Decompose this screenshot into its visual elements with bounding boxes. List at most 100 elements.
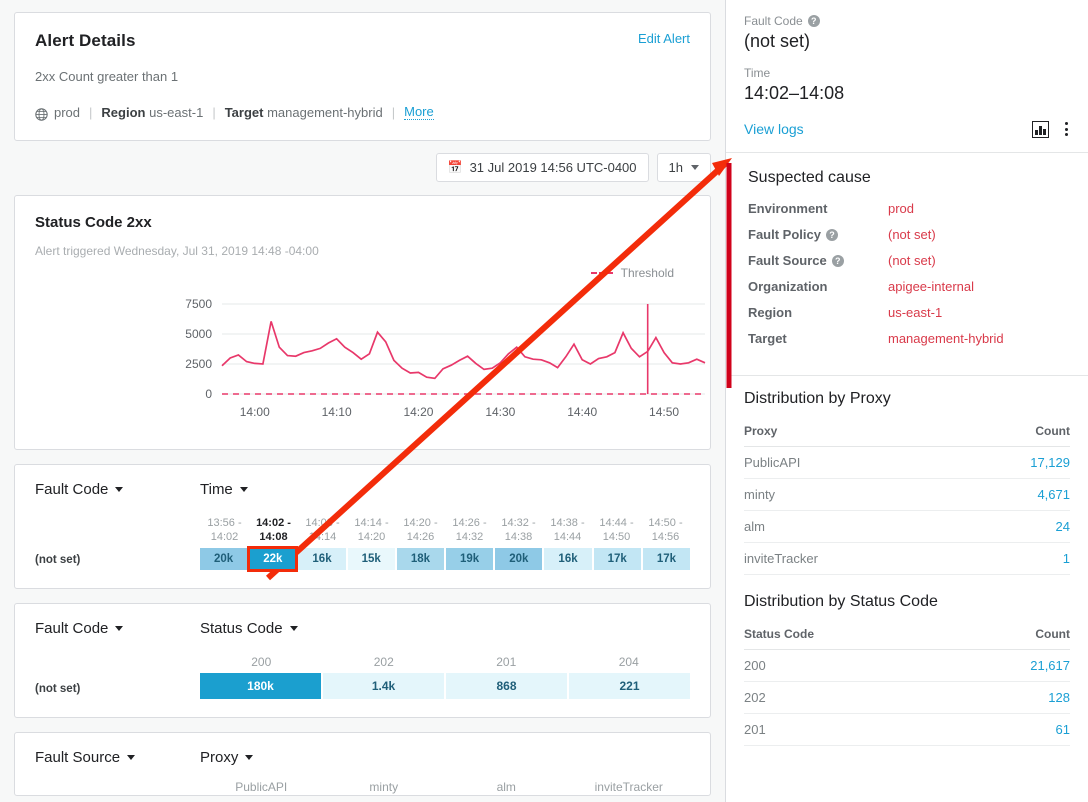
- heatmap-cell[interactable]: 20k: [495, 548, 542, 570]
- sidebar-time-label: Time: [744, 66, 1070, 80]
- sidebar-actions: View logs: [744, 120, 1070, 138]
- heatmap-cell[interactable]: 19k: [446, 548, 493, 570]
- help-icon[interactable]: ?: [808, 15, 820, 27]
- suspected-cause-key: Environment: [748, 201, 888, 216]
- dimension-selector-proxy[interactable]: Proxy: [200, 749, 253, 766]
- distribution-status-title: Distribution by Status Code: [744, 593, 1070, 611]
- alert-region-value: us-east-1: [149, 105, 203, 120]
- duration-select[interactable]: 1h: [657, 153, 711, 182]
- svg-text:14:30: 14:30: [485, 405, 515, 419]
- suspected-cause-key-label: Environment: [748, 201, 827, 216]
- table-cell-count[interactable]: 61: [952, 714, 1070, 746]
- heatmap-cell[interactable]: 180k: [200, 673, 321, 699]
- time-column-header: 14:08 - 14:14: [298, 516, 347, 548]
- bar-chart-icon[interactable]: [1032, 121, 1049, 138]
- table-cell-count[interactable]: 4,671: [956, 479, 1070, 511]
- line-chart: 025005000750014:0014:1014:2014:3014:4014…: [15, 284, 725, 429]
- suspected-cause-row: Targetmanagement-hybrid: [748, 331, 1070, 346]
- table-cell-count[interactable]: 24: [956, 511, 1070, 543]
- sidebar-fault-code-value: (not set): [744, 31, 1070, 52]
- breakdown-status-body: (not set) 200202201204 180k1.4k868221: [35, 655, 690, 699]
- time-column-header: 14:38 - 14:44: [543, 516, 592, 548]
- breakdown-time-body: (not set) 13:56 - 14:0214:02 - 14:0814:0…: [35, 516, 690, 570]
- heatmap-cell[interactable]: 16k: [298, 548, 345, 570]
- suspected-cause-key: Region: [748, 305, 888, 320]
- breakdown-proxy-row-label: [35, 780, 200, 796]
- time-column-header: 14:44 - 14:50: [592, 516, 641, 548]
- calendar-icon: 📅: [448, 160, 463, 174]
- status-code-chart-card: Status Code 2xx Alert triggered Wednesda…: [14, 195, 711, 450]
- dimension-selector-status-code[interactable]: Status Code: [200, 620, 298, 637]
- alert-env-value: prod: [54, 105, 80, 120]
- more-link[interactable]: More: [404, 104, 434, 120]
- sidebar-action-icons: [1032, 120, 1070, 138]
- suspected-cause-key: Target: [748, 331, 888, 346]
- heatmap-cell[interactable]: 17k: [594, 548, 641, 570]
- table-row: minty4,671: [744, 479, 1070, 511]
- table-cell-count[interactable]: 1: [956, 543, 1070, 575]
- help-icon[interactable]: ?: [832, 255, 844, 267]
- help-icon[interactable]: ?: [826, 229, 838, 241]
- suspected-cause-key-label: Fault Policy: [748, 227, 821, 242]
- dimension-selector-fault-code-2[interactable]: Fault Code: [35, 620, 200, 637]
- heatmap-cell[interactable]: 221: [569, 673, 690, 699]
- breakdown-row-label: (not set): [35, 516, 200, 570]
- edit-alert-link[interactable]: Edit Alert: [638, 31, 690, 46]
- table-row: 20021,617: [744, 650, 1070, 682]
- alert-target-value: management-hybrid: [267, 105, 383, 120]
- view-logs-link[interactable]: View logs: [744, 121, 804, 137]
- sidebar-fault-code-label-row: Fault Code ?: [744, 14, 1070, 28]
- proxy-column-header: PublicAPI: [200, 780, 323, 796]
- table-cell-name: minty: [744, 479, 956, 511]
- svg-text:14:20: 14:20: [403, 405, 433, 419]
- svg-text:2500: 2500: [185, 357, 212, 371]
- svg-text:14:40: 14:40: [567, 405, 597, 419]
- status-column-header: 200: [200, 655, 323, 673]
- suspected-cause-key: Fault Source?: [748, 253, 888, 268]
- time-column-header: 13:56 - 14:02: [200, 516, 249, 548]
- status-column-header: 202: [323, 655, 446, 673]
- dimension-label: Status Code: [200, 620, 283, 637]
- distribution-by-proxy-section: Distribution by Proxy Proxy Count Public…: [726, 376, 1088, 577]
- dimension-selector-fault-source[interactable]: Fault Source: [35, 749, 200, 766]
- suspected-cause-card: Suspected cause EnvironmentprodFault Pol…: [726, 153, 1088, 376]
- dimension-label: Fault Code: [35, 481, 108, 498]
- alert-region-label: Region: [101, 105, 145, 120]
- heatmap-cell[interactable]: 20k: [200, 548, 247, 570]
- breakdown-proxy-grid: PublicAPImintyalminviteTracker: [200, 780, 690, 796]
- time-column-header: 14:20 - 14:26: [396, 516, 445, 548]
- time-controls: 📅 31 Jul 2019 14:56 UTC-0400 1h: [14, 153, 711, 182]
- heatmap-cell[interactable]: 18k: [397, 548, 444, 570]
- table-cell-name: PublicAPI: [744, 447, 956, 479]
- svg-text:14:10: 14:10: [322, 405, 352, 419]
- proxy-column-header: alm: [445, 780, 568, 796]
- chart-subtitle: Alert triggered Wednesday, Jul 31, 2019 …: [35, 244, 690, 258]
- time-column-header: 14:50 - 14:56: [641, 516, 690, 548]
- table-header-row: Status Code Count: [744, 621, 1070, 650]
- heatmap-cell[interactable]: 868: [446, 673, 567, 699]
- table-cell-count[interactable]: 128: [952, 682, 1070, 714]
- suspected-cause-value: apigee-internal: [888, 279, 974, 294]
- breakdown-status-column-headers: 200202201204: [200, 655, 690, 673]
- heatmap-cell[interactable]: 15k: [348, 548, 395, 570]
- chevron-down-icon: [115, 626, 123, 631]
- main-content: Alert Details Edit Alert 2xx Count great…: [0, 0, 725, 802]
- kebab-menu-icon[interactable]: [1063, 120, 1070, 138]
- table-row: inviteTracker1: [744, 543, 1070, 575]
- breakdown-status-card: Fault Code Status Code (not set) 2002022…: [14, 603, 711, 718]
- heatmap-cell-selected[interactable]: 22k: [249, 548, 296, 570]
- time-column-header: 14:32 - 14:38: [494, 516, 543, 548]
- suspected-cause-row: Fault Policy?(not set): [748, 227, 1070, 242]
- date-range-button[interactable]: 📅 31 Jul 2019 14:56 UTC-0400: [436, 153, 649, 182]
- suspected-cause-value: prod: [888, 201, 914, 216]
- heatmap-cell[interactable]: 17k: [643, 548, 690, 570]
- heatmap-cell[interactable]: 16k: [544, 548, 591, 570]
- heatmap-cell[interactable]: 1.4k: [323, 673, 444, 699]
- table-cell-count[interactable]: 17,129: [956, 447, 1070, 479]
- table-cell-count[interactable]: 21,617: [952, 650, 1070, 682]
- breakdown-proxy-body: PublicAPImintyalminviteTracker: [35, 780, 690, 796]
- suspected-cause-value: management-hybrid: [888, 331, 1004, 346]
- dimension-selector-fault-code[interactable]: Fault Code: [35, 481, 200, 498]
- table-cell-name: 200: [744, 650, 952, 682]
- dimension-selector-time[interactable]: Time: [200, 481, 248, 498]
